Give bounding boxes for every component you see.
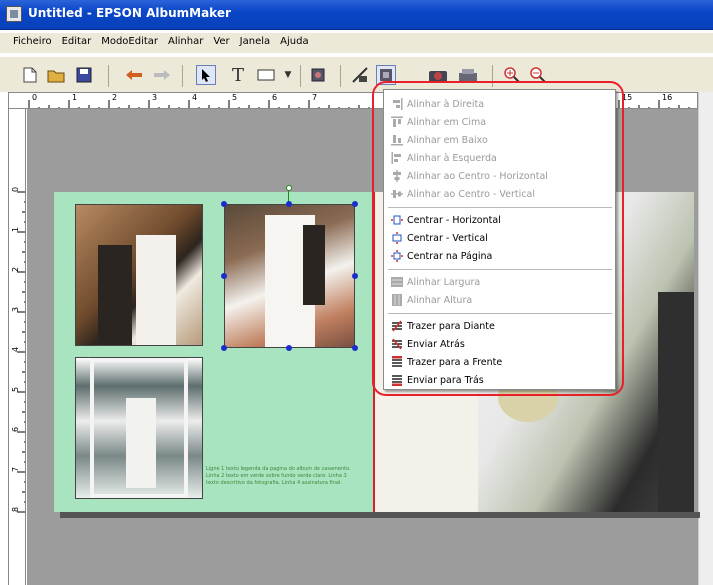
photo-bride-window[interactable]	[75, 357, 203, 499]
toolbar-separator	[300, 65, 301, 87]
resize-handle[interactable]	[352, 345, 358, 351]
ruler-label: 0	[32, 93, 38, 102]
photo-couple-portrait[interactable]	[75, 204, 203, 346]
photo-figure	[126, 398, 156, 488]
photo-dancing-couple[interactable]	[224, 204, 355, 348]
menu-alinhar[interactable]: Alinhar	[163, 33, 208, 53]
menu-modoeditar[interactable]: ModoEditar	[96, 33, 163, 53]
dropdown-icon[interactable]: ▼	[278, 65, 298, 85]
resize-handle[interactable]	[286, 345, 292, 351]
photo-figure	[98, 245, 132, 345]
new-file-icon[interactable]	[20, 65, 40, 85]
undo-icon[interactable]	[124, 65, 144, 85]
rotation-handle[interactable]	[286, 185, 292, 191]
resize-handle[interactable]	[352, 273, 358, 279]
open-folder-icon[interactable]	[46, 65, 66, 85]
menu-bar: Ficheiro Editar ModoEditar Alinhar Ver J…	[0, 33, 713, 53]
annotation-highlight	[372, 81, 624, 396]
ruler-label: 7	[312, 93, 318, 102]
save-icon[interactable]	[74, 65, 94, 85]
menu-ficheiro[interactable]: Ficheiro	[8, 33, 57, 53]
resize-handle[interactable]	[221, 201, 227, 207]
caption-text[interactable]: Ligne 1 texto legenda da pagina do album…	[206, 466, 358, 487]
ruler-label: 2	[112, 93, 118, 102]
ruler-label: 4	[11, 346, 21, 353]
redo-icon[interactable]	[152, 65, 172, 85]
ruler-label: 3	[152, 93, 158, 102]
menu-editar[interactable]: Editar	[57, 33, 97, 53]
window-title: Untitled - EPSON AlbumMaker	[28, 6, 231, 20]
app-icon	[6, 6, 22, 22]
ruler-label: 8	[11, 506, 21, 513]
toolbar-separator	[340, 65, 341, 87]
resize-handle[interactable]	[221, 345, 227, 351]
menu-ajuda[interactable]: Ajuda	[275, 33, 313, 53]
ruler-label: 1	[11, 226, 21, 233]
photo-figure	[136, 235, 176, 345]
resize-handle[interactable]	[352, 201, 358, 207]
ruler-label: 1	[72, 93, 78, 102]
ruler-label: 7	[11, 466, 21, 473]
ruler-label: 2	[11, 266, 21, 273]
toolbar-separator	[108, 65, 109, 87]
resize-handle[interactable]	[286, 201, 292, 207]
ruler-label: 3	[11, 306, 21, 313]
ruler-label: 6	[11, 426, 21, 433]
ruler-label: 6	[272, 93, 278, 102]
vertical-scrollbar[interactable]	[698, 92, 713, 585]
ruler-label: 5	[11, 386, 21, 393]
pointer-icon[interactable]	[196, 65, 216, 85]
photo-figure	[303, 225, 325, 305]
title-bar: Untitled - EPSON AlbumMaker	[0, 0, 713, 30]
resize-handle[interactable]	[221, 273, 227, 279]
toolbar-separator	[182, 65, 183, 87]
rectangle-icon[interactable]	[256, 65, 276, 85]
menu-ver[interactable]: Ver	[208, 33, 234, 53]
ruler-label: 16	[662, 93, 673, 102]
menu-janela[interactable]: Janela	[235, 33, 275, 53]
ruler-label: 5	[232, 93, 238, 102]
page-shadow	[60, 512, 700, 518]
align-icon[interactable]	[350, 65, 370, 85]
vertical-ruler: 0 1 2 3 4 5 6 7 8	[8, 109, 26, 585]
photo-figure	[658, 292, 694, 512]
text-icon[interactable]: T	[228, 65, 248, 86]
image-insert-icon[interactable]	[308, 65, 328, 85]
ruler-label: 4	[192, 93, 198, 102]
ruler-label: 0	[11, 186, 21, 193]
